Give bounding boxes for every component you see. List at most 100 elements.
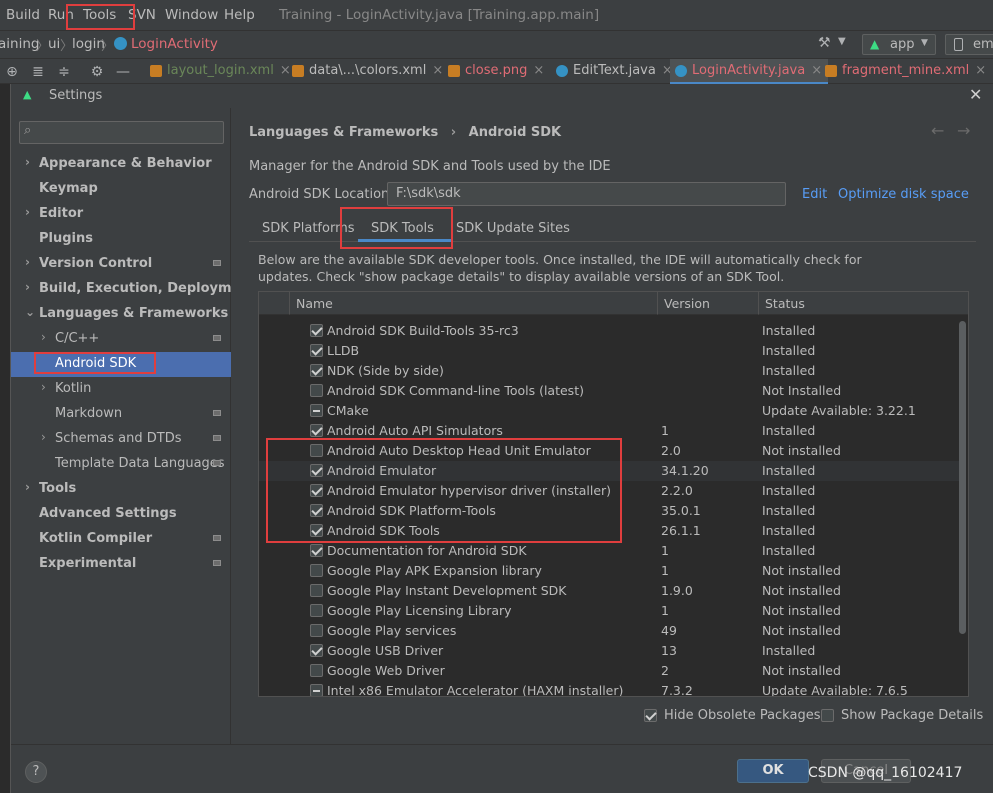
chevron-right-icon[interactable]: ›: [25, 280, 30, 294]
row-checkbox[interactable]: [310, 624, 323, 637]
editor-tab[interactable]: EditText.java ×: [551, 59, 679, 85]
table-row[interactable]: Google Play Licensing Library 1 Not instal…: [259, 601, 959, 621]
row-status: Installed: [762, 363, 816, 378]
sdk-location-field[interactable]: F:\sdk\sdk: [387, 182, 786, 206]
forward-arrow-icon[interactable]: →: [957, 121, 970, 140]
sidebar-item[interactable]: Keymap: [11, 177, 231, 202]
chevron-right-icon[interactable]: ›: [25, 155, 30, 169]
editor-tab[interactable]: layout_login.xml ×: [145, 59, 297, 85]
menu-help[interactable]: Help: [224, 7, 255, 23]
run-config-select[interactable]: ▲ app ▼: [862, 34, 936, 55]
table-row[interactable]: Android SDK Build-Tools 35-rc3 Installed: [259, 321, 959, 341]
show-details-checkbox[interactable]: [821, 709, 834, 722]
highlight-emulator-rows: [266, 438, 622, 543]
sidebar-item[interactable]: › Editor: [11, 202, 231, 227]
row-checkbox[interactable]: [310, 324, 323, 337]
table-scrollbar[interactable]: [959, 321, 966, 634]
header-name[interactable]: Name: [290, 292, 658, 315]
gear-icon[interactable]: ⚙: [89, 64, 105, 80]
row-checkbox[interactable]: [310, 604, 323, 617]
editor-tab[interactable]: fragment_mine.xml ×: [820, 59, 992, 85]
help-button[interactable]: ?: [25, 761, 47, 783]
table-row[interactable]: Google Play Instant Development SDK 1.9.0…: [259, 581, 959, 601]
sidebar-item[interactable]: Experimental: [11, 552, 231, 577]
header-version[interactable]: Version: [658, 292, 759, 315]
dialog-title-bar: ▲ Settings ✕: [11, 84, 993, 108]
target-icon[interactable]: ⊕: [4, 64, 20, 80]
breadcrumb-login[interactable]: login: [72, 36, 105, 52]
editor-tab[interactable]: LoginActivity.java ×: [670, 59, 829, 85]
minimize-icon[interactable]: —: [115, 64, 131, 80]
hammer-icon[interactable]: ⚒: [818, 35, 831, 51]
table-row[interactable]: Google USB Driver 13 Installed: [259, 641, 959, 661]
highlight-android-sdk: [34, 352, 156, 374]
sidebar-item[interactable]: › Schemas and DTDs: [11, 427, 231, 452]
sidebar-item[interactable]: › Tools: [11, 477, 231, 502]
optimize-disk-space-link[interactable]: Optimize disk space: [838, 187, 969, 202]
close-icon[interactable]: ×: [975, 63, 986, 78]
tab-sdk-update-sites[interactable]: SDK Update Sites: [456, 221, 570, 236]
chevron-right-icon[interactable]: ›: [25, 480, 30, 494]
editor-tab[interactable]: close.png ×: [443, 59, 550, 85]
chevron-down-icon[interactable]: ▼: [838, 36, 846, 47]
search-input[interactable]: ⌕: [19, 121, 224, 144]
chevron-right-icon[interactable]: ›: [41, 330, 46, 344]
chevron-right-icon[interactable]: ›: [25, 255, 30, 269]
breadcrumb-ui[interactable]: ui: [48, 36, 60, 52]
edit-link[interactable]: Edit: [802, 187, 827, 202]
table-row[interactable]: Google Play services 49 Not installed: [259, 621, 959, 641]
collapse-icon[interactable]: ≣: [30, 64, 46, 80]
table-row[interactable]: Intel x86 Emulator Accelerator (HAXM ins…: [259, 681, 959, 696]
back-arrow-icon[interactable]: ←: [931, 121, 944, 140]
row-status: Installed: [762, 523, 816, 538]
sidebar-item[interactable]: › Appearance & Behavior: [11, 152, 231, 177]
sidebar-item[interactable]: Template Data Languages: [11, 452, 231, 477]
breadcrumb-class[interactable]: LoginActivity: [131, 36, 218, 52]
close-icon[interactable]: ×: [432, 63, 443, 78]
sidebar-item[interactable]: Advanced Settings: [11, 502, 231, 527]
expand-icon[interactable]: ≑: [56, 64, 72, 80]
row-checkbox[interactable]: [310, 584, 323, 597]
row-checkbox[interactable]: [310, 544, 323, 557]
table-row[interactable]: NDK (Side by side) Installed: [259, 361, 959, 381]
sidebar-item[interactable]: › Build, Execution, Deployment: [11, 277, 256, 302]
row-checkbox[interactable]: [310, 664, 323, 677]
device-select[interactable]: em: [945, 34, 993, 55]
sidebar-item[interactable]: Plugins: [11, 227, 231, 252]
table-row[interactable]: CMake Update Available: 3.22.1: [259, 401, 959, 421]
menu-build[interactable]: Build: [6, 7, 40, 23]
row-checkbox[interactable]: [310, 344, 323, 357]
sidebar-item[interactable]: Markdown: [11, 402, 231, 427]
chevron-right-icon[interactable]: ›: [25, 205, 30, 219]
close-icon[interactable]: ×: [533, 63, 544, 78]
row-checkbox[interactable]: [310, 404, 323, 417]
close-icon[interactable]: ✕: [969, 85, 982, 104]
menu-window[interactable]: Window: [165, 7, 218, 23]
hide-obsolete-checkbox[interactable]: [644, 709, 657, 722]
row-checkbox[interactable]: [310, 364, 323, 377]
sidebar-item[interactable]: › Kotlin: [11, 377, 231, 402]
table-row[interactable]: Google Web Driver 2 Not installed: [259, 661, 959, 681]
row-checkbox[interactable]: [310, 644, 323, 657]
chevron-right-icon[interactable]: ›: [41, 380, 46, 394]
table-row[interactable]: Google Play APK Expansion library 1 Not in…: [259, 561, 959, 581]
sidebar-item[interactable]: Kotlin Compiler: [11, 527, 231, 552]
chevron-right-icon[interactable]: ›: [41, 430, 46, 444]
table-row[interactable]: LLDB Installed: [259, 341, 959, 361]
sidebar-item[interactable]: › Version Control: [11, 252, 231, 277]
sidebar-item[interactable]: ⌄ Languages & Frameworks: [11, 302, 231, 327]
row-checkbox[interactable]: [310, 424, 323, 437]
row-checkbox[interactable]: [310, 684, 323, 696]
header-status[interactable]: Status: [759, 292, 968, 315]
editor-tab[interactable]: data\...\colors.xml ×: [287, 59, 449, 85]
row-checkbox[interactable]: [310, 564, 323, 577]
breadcrumb-parent[interactable]: Languages & Frameworks: [249, 125, 438, 140]
table-row[interactable]: Android SDK Command-line Tools (latest) N…: [259, 381, 959, 401]
row-checkbox[interactable]: [310, 384, 323, 397]
chevron-down-icon[interactable]: ⌄: [25, 305, 35, 319]
sidebar-item[interactable]: › C/C++: [11, 327, 231, 352]
highlight-tools-menu: [66, 4, 135, 30]
ok-button[interactable]: OK: [737, 759, 809, 783]
breadcrumb-project[interactable]: aining: [0, 36, 39, 52]
table-row[interactable]: Documentation for Android SDK 1 Installed: [259, 541, 959, 561]
